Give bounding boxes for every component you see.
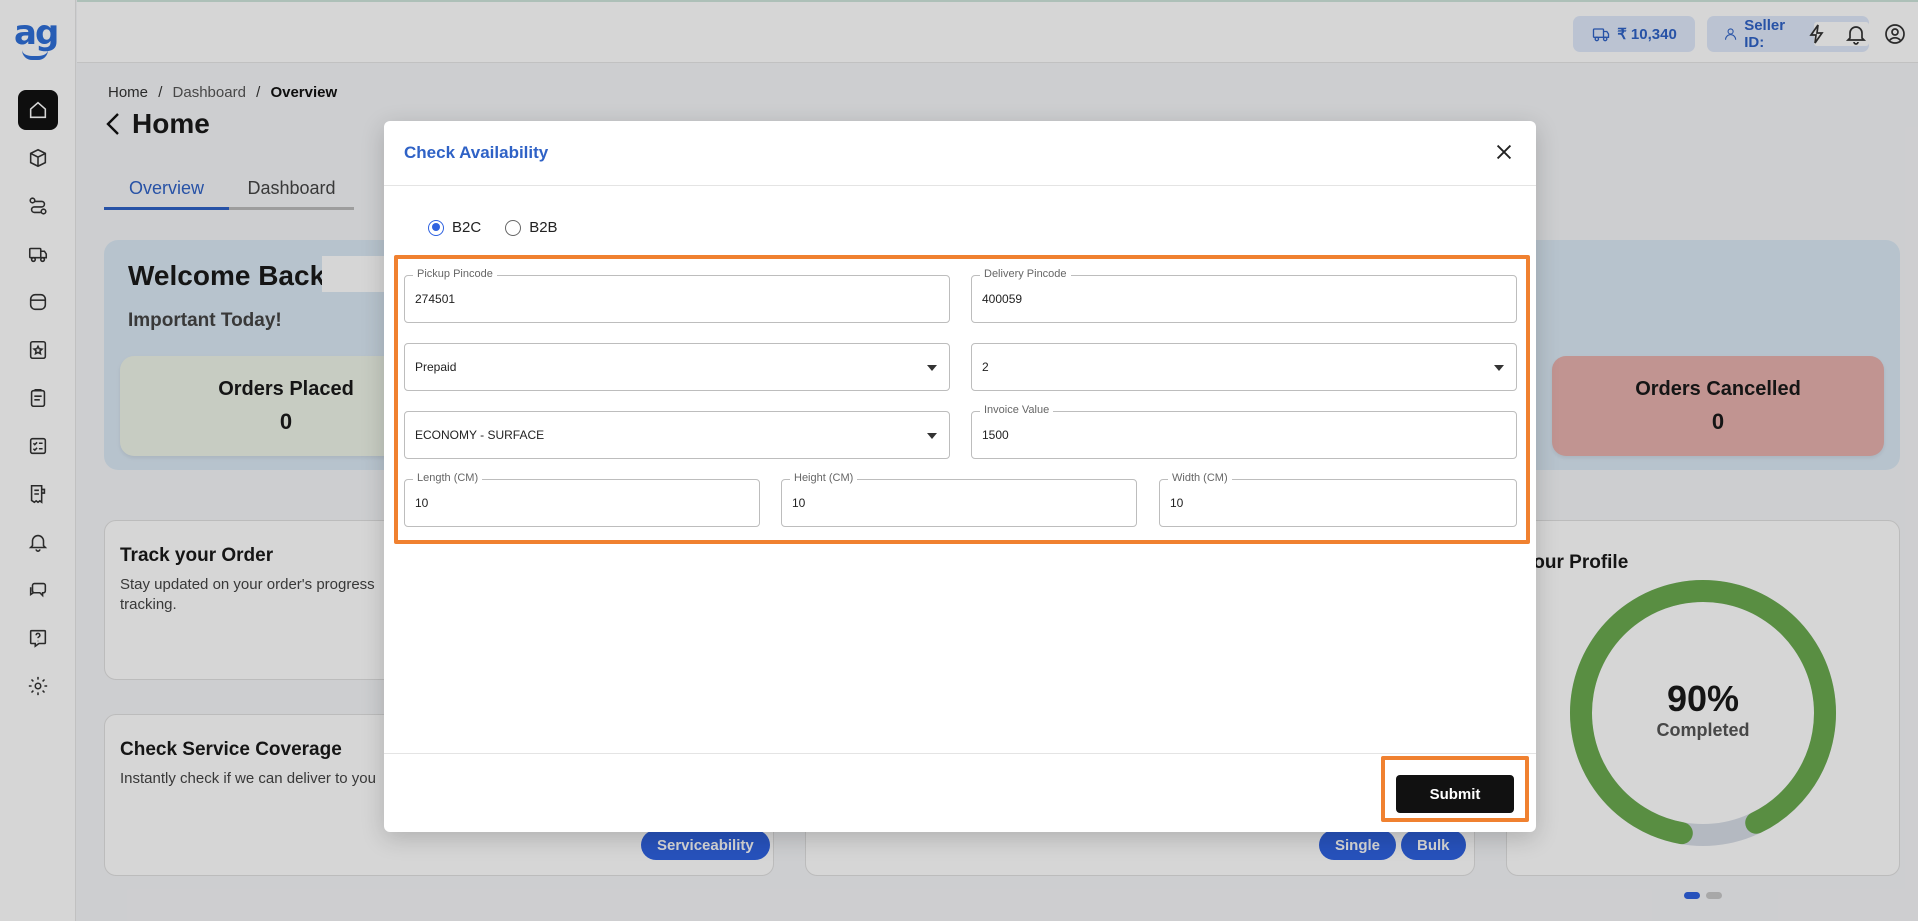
weight-select[interactable]: 2 [971,343,1517,391]
width-input[interactable] [1170,496,1455,510]
chevron-down-icon [1494,365,1504,371]
invoice-value-input[interactable] [982,428,1418,442]
pickup-pincode-field[interactable]: Pickup Pincode [404,268,950,323]
modal-header: Check Availability [384,121,1536,186]
payment-mode-select[interactable]: Prepaid [404,343,950,391]
delivery-pincode-input[interactable] [982,292,1418,306]
submit-button[interactable]: Submit [1396,775,1514,813]
pickup-pincode-input[interactable] [415,292,851,306]
shipment-type-radio-group: B2C B2B [428,219,558,236]
invoice-value-field[interactable]: Invoice Value [971,404,1517,459]
radio-b2c-indicator[interactable] [428,219,444,236]
width-field[interactable]: Width (CM) [1159,472,1517,527]
radio-b2c[interactable]: B2C [428,219,481,236]
service-type-select[interactable]: ECONOMY - SURFACE [404,411,950,459]
service-type-value: ECONOMY - SURFACE [415,428,545,442]
radio-b2b[interactable]: B2B [505,219,558,236]
length-field[interactable]: Length (CM) [404,472,760,527]
chevron-down-icon [927,433,937,439]
radio-b2b-indicator[interactable] [505,219,522,236]
modal-title: Check Availability [404,143,549,162]
length-input[interactable] [415,496,699,510]
close-icon [1496,144,1512,160]
chevron-down-icon [927,365,937,371]
check-availability-modal: Check Availability B2C B2B Pickup Pincod… [384,121,1536,832]
payment-mode-value: Prepaid [415,360,457,374]
delivery-pincode-field[interactable]: Delivery Pincode [971,268,1517,323]
modal-footer-divider [384,753,1536,754]
height-field[interactable]: Height (CM) [781,472,1137,527]
close-button[interactable] [1492,141,1516,165]
height-input[interactable] [792,496,1076,510]
weight-value: 2 [982,360,989,374]
